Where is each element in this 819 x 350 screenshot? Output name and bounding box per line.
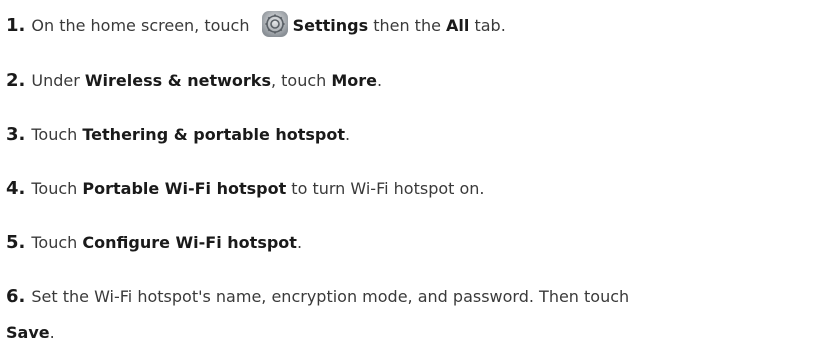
step-text: . xyxy=(49,323,55,342)
step-2: 2. Under Wireless & networks, touch More. xyxy=(6,71,382,91)
step-5: 5. Touch Configure Wi-Fi hotspot. xyxy=(6,233,302,253)
step-text: then the xyxy=(368,16,447,35)
step-number: 6. xyxy=(6,286,26,307)
step-number: 3. xyxy=(6,124,26,145)
wireless-networks-label: Wireless & networks xyxy=(84,71,271,90)
step-text: . xyxy=(296,233,303,252)
step-text: Set the Wi-Fi hotspot's name, encryption… xyxy=(31,287,630,306)
step-text: Touch xyxy=(31,233,83,252)
more-label: More xyxy=(331,71,378,90)
step-text: , touch xyxy=(270,71,332,90)
step-number: 1. xyxy=(6,15,26,36)
settings-gear-icon xyxy=(261,10,289,38)
step-number: 4. xyxy=(6,178,26,199)
all-tab-label: All xyxy=(446,16,470,35)
step-number: 5. xyxy=(6,232,26,253)
step-number: 2. xyxy=(6,70,26,91)
step-text: . xyxy=(345,125,351,144)
save-label: Save xyxy=(6,323,50,342)
step-text: Touch xyxy=(31,179,83,198)
step-text: Touch xyxy=(31,125,83,144)
tethering-label: Tethering & portable hotspot xyxy=(82,125,346,144)
step-text: . xyxy=(377,71,383,90)
step-4: 4. Touch Portable Wi-Fi hotspot to turn W… xyxy=(6,179,485,199)
step-6-continuation: Save. xyxy=(6,323,55,343)
step-text: to turn Wi-Fi hotspot on. xyxy=(286,179,485,198)
step-text: On the home screen, touch xyxy=(31,16,255,35)
step-text: Under xyxy=(31,71,85,90)
step-6: 6. Set the Wi-Fi hotspot's name, encrypti… xyxy=(6,287,629,307)
portable-hotspot-label: Portable Wi-Fi hotspot xyxy=(82,179,287,198)
step-3: 3. Touch Tethering & portable hotspot. xyxy=(6,125,350,145)
configure-hotspot-label: Configure Wi-Fi hotspot xyxy=(82,233,297,252)
step-1: 1. On the home screen, touch Settings th… xyxy=(6,10,506,38)
step-text: tab. xyxy=(469,16,506,35)
settings-label: Settings xyxy=(292,16,369,35)
